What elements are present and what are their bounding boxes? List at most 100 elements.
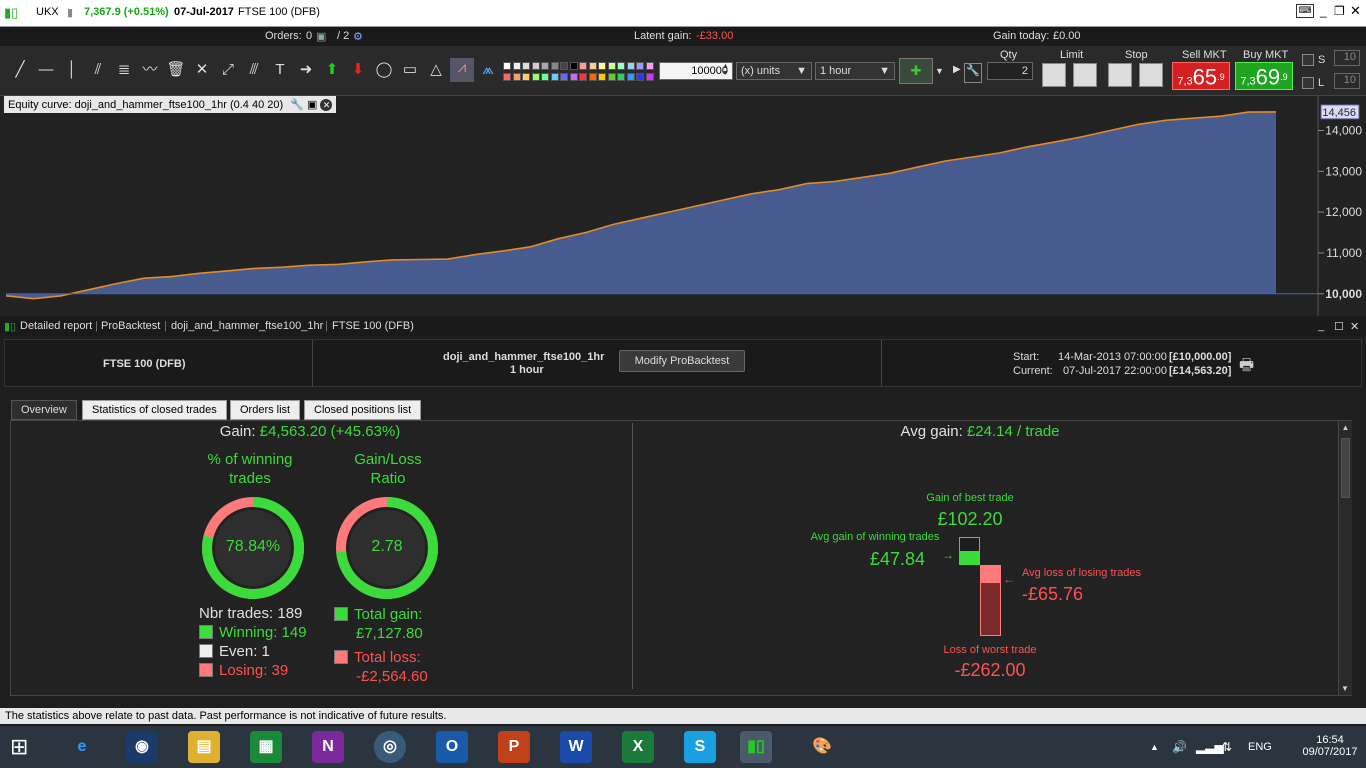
color-swatch[interactable] [598, 73, 606, 81]
chevron-down-icon[interactable]: ▼ [935, 66, 944, 76]
tools-icon[interactable]: ✕ [192, 60, 212, 80]
volume-icon[interactable]: 🔊 [1172, 740, 1187, 754]
stop-checkbox[interactable] [1302, 54, 1314, 66]
printer-icon[interactable]: 🖶 [1239, 354, 1254, 381]
buy-market-button[interactable]: 7,369.9 [1235, 62, 1293, 90]
minimize-icon[interactable]: _ [1320, 4, 1327, 18]
close-icon[interactable]: ✕ [1350, 3, 1361, 19]
store-icon[interactable]: ▦ [250, 731, 282, 763]
color-swatch[interactable] [617, 73, 625, 81]
vertical-line-icon[interactable]: │ [62, 60, 82, 80]
limit-checkbox[interactable] [1302, 77, 1314, 89]
chrome-icon[interactable]: ◎ [374, 731, 406, 763]
wrench-icon[interactable]: 🔧 [290, 99, 304, 111]
excel-icon[interactable]: X [622, 731, 654, 763]
color-swatch[interactable] [503, 73, 511, 81]
units-select[interactable]: (x) units ▼ [736, 62, 812, 80]
color-swatch[interactable] [503, 62, 511, 70]
arrow-up-icon[interactable]: ⬆ [322, 60, 342, 80]
restore-icon[interactable]: ❐ [1334, 4, 1345, 18]
orders-icon[interactable]: ▣ [316, 30, 326, 43]
color-swatch[interactable] [531, 62, 540, 70]
skype-icon[interactable]: S [684, 731, 716, 763]
text-tool-icon[interactable]: T [270, 60, 290, 80]
tab-orders-list[interactable]: Orders list [230, 400, 301, 420]
color-swatch[interactable] [541, 62, 549, 70]
breadcrumb-probacktest[interactable]: ProBacktest [101, 320, 160, 332]
color-swatch[interactable] [522, 62, 530, 70]
modify-probacktest-button[interactable]: Modify ProBacktest [619, 350, 745, 372]
color-swatch[interactable] [522, 73, 530, 81]
line-tool-icon[interactable]: ╱ [10, 60, 30, 80]
color-swatch[interactable] [598, 62, 606, 70]
scrollbar[interactable]: ▲ ▼ [1338, 421, 1352, 695]
input-icon[interactable]: ⇅ [1222, 740, 1232, 754]
tab-overview[interactable]: Overview [11, 400, 77, 420]
color-swatch[interactable] [560, 73, 568, 81]
media-player-icon[interactable]: ◉ [126, 731, 158, 763]
file-explorer-icon[interactable]: ▤ [188, 731, 220, 763]
l-input[interactable]: 10 [1334, 73, 1360, 89]
arrows-icon[interactable]: ⤢ [218, 60, 238, 80]
color-swatch[interactable] [645, 62, 654, 70]
gear-icon[interactable]: ⚙ [353, 30, 363, 43]
wrench-icon[interactable]: 🔧 [964, 63, 982, 83]
outlook-icon[interactable]: O [436, 731, 468, 763]
color-palette[interactable] [503, 60, 657, 84]
color-swatch[interactable] [569, 62, 578, 70]
color-swatch[interactable] [560, 62, 568, 70]
tab-closed-positions[interactable]: Closed positions list [304, 400, 422, 420]
arrow-down-icon[interactable]: ⬇ [348, 60, 368, 80]
scrollbar-thumb[interactable] [1341, 438, 1350, 498]
timeframe-select[interactable]: 1 hour ▼ [815, 62, 895, 80]
horizontal-line-icon[interactable]: — [36, 60, 56, 80]
restore-icon[interactable]: ☐ [1334, 320, 1344, 333]
wave-icon[interactable]: 〰 [140, 60, 160, 80]
word-icon[interactable]: W [560, 731, 592, 763]
breadcrumb-instrument[interactable]: FTSE 100 (DFB) [332, 320, 414, 332]
color-swatch[interactable] [569, 73, 578, 81]
color-swatch[interactable] [617, 62, 625, 70]
trash-icon[interactable]: 🗑 [166, 60, 186, 80]
stop-sell-button[interactable] [1139, 63, 1163, 87]
equity-curve-icon[interactable]: ⩘ [450, 58, 474, 82]
scroll-down-icon[interactable]: ▼ [1339, 684, 1351, 693]
color-swatch[interactable] [512, 73, 521, 81]
limit-sell-button[interactable] [1073, 63, 1097, 87]
breadcrumb-strategy[interactable]: doji_and_hammer_ftse100_1hr [171, 320, 323, 332]
minimize-icon[interactable]: _ [1318, 320, 1324, 332]
color-swatch[interactable] [626, 62, 635, 70]
tray-expand-icon[interactable]: ▲ [1150, 742, 1159, 752]
color-swatch[interactable] [550, 62, 559, 70]
paint-icon[interactable]: 🎨 [806, 731, 838, 763]
color-swatch[interactable] [512, 62, 521, 70]
powerpoint-icon[interactable]: P [498, 731, 530, 763]
color-swatch[interactable] [636, 62, 644, 70]
windows-start-icon[interactable]: ⊞ [10, 734, 28, 760]
tab-statistics[interactable]: Statistics of closed trades [82, 400, 227, 420]
color-swatch[interactable] [550, 73, 559, 81]
color-swatch[interactable] [588, 73, 597, 81]
color-swatch[interactable] [607, 73, 616, 81]
color-swatch[interactable] [588, 62, 597, 70]
color-swatch[interactable] [541, 73, 549, 81]
onenote-icon[interactable]: N [312, 731, 344, 763]
qty-input[interactable]: 2 [987, 62, 1033, 80]
internet-explorer-icon[interactable]: e [66, 731, 98, 763]
channel-icon[interactable]: ⫽ [88, 60, 108, 80]
scroll-up-icon[interactable]: ▲ [1339, 423, 1352, 432]
stop-buy-button[interactable] [1108, 63, 1132, 87]
color-swatch[interactable] [626, 73, 635, 81]
color-swatch[interactable] [579, 73, 587, 81]
color-swatch[interactable] [607, 62, 616, 70]
keyboard-icon[interactable]: ⌨ [1296, 4, 1314, 18]
limit-buy-button[interactable] [1042, 63, 1066, 87]
fibonacci-icon[interactable]: ≣ [114, 60, 134, 80]
color-swatch[interactable] [645, 73, 654, 81]
sell-market-button[interactable]: 7,365.9 [1172, 62, 1230, 90]
spinner-icon[interactable]: ▲ ▼ [722, 63, 729, 77]
zigzag-icon[interactable]: ⩕ [478, 60, 498, 80]
arrow-right-icon[interactable]: ➜ [296, 60, 316, 80]
triangle-icon[interactable]: △ [426, 60, 446, 80]
color-swatch[interactable] [531, 73, 540, 81]
